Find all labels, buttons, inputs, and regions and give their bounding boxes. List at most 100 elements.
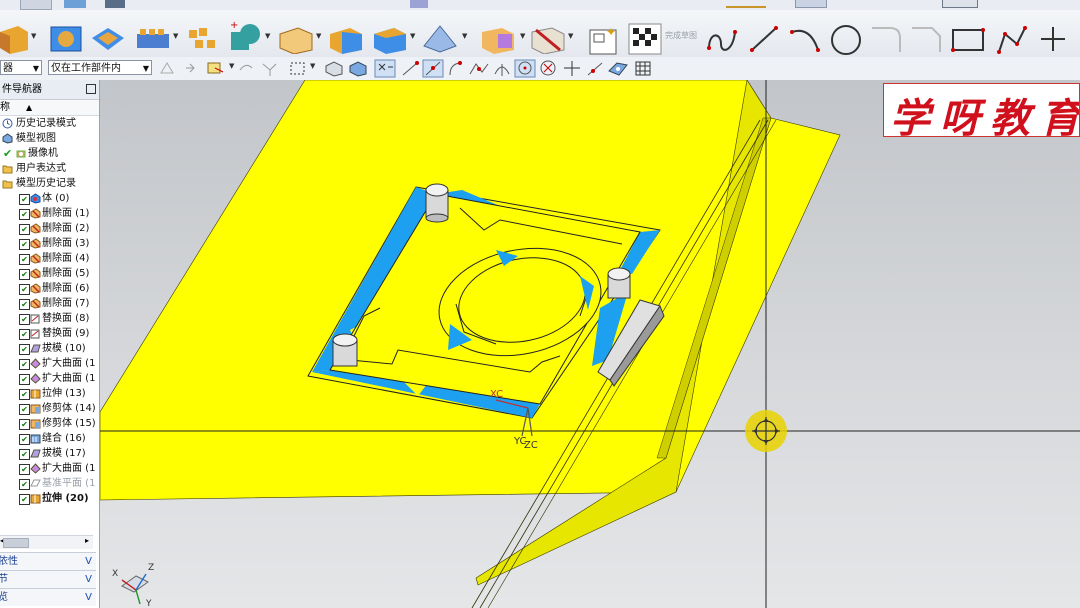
feature-node[interactable]: ✔ 替换面 (9) — [0, 326, 99, 341]
feature-node[interactable]: ✔ 缝合 (16) — [0, 431, 99, 446]
visibility-checkbox[interactable]: ✔ — [19, 314, 30, 325]
visibility-checkbox[interactable]: ✔ — [19, 344, 30, 355]
finish-sketch-icon[interactable] — [627, 22, 663, 56]
scroll-thumb[interactable] — [3, 538, 29, 548]
toolbar-icon-c[interactable] — [105, 0, 125, 8]
shape-icon[interactable] — [422, 24, 458, 54]
cylinder-icon[interactable] — [48, 24, 84, 54]
feature-node[interactable]: ✔ 扩大曲面 (1 — [0, 461, 99, 476]
end-point-icon[interactable] — [400, 60, 420, 77]
profile-icon[interactable] — [705, 24, 741, 54]
visibility-checkbox[interactable]: ✔ — [19, 284, 30, 295]
delete-body-icon[interactable] — [530, 24, 566, 54]
toolbar-icon-g[interactable] — [942, 0, 978, 8]
navigator-horizontal-scrollbar[interactable]: ◂ ▸ — [0, 535, 93, 549]
selection-scope-select[interactable]: 仅在工作部件内 ▼ — [48, 60, 152, 75]
feature-node[interactable]: ✔ 修剪体 (14) — [0, 401, 99, 416]
visibility-checkbox[interactable]: ✔ — [19, 254, 30, 265]
fillet-icon[interactable] — [870, 24, 904, 54]
toolbar-icon-e[interactable] — [726, 0, 766, 8]
general-select-icon[interactable] — [158, 60, 176, 77]
boss-bottom-left[interactable] — [332, 333, 358, 367]
feature-node[interactable]: ✔ 扩大曲面 (1 — [0, 356, 99, 371]
toolbar-icon-f[interactable] — [795, 0, 827, 8]
rectangle-icon[interactable] — [950, 26, 986, 54]
offset-face-icon[interactable] — [328, 24, 364, 54]
details-panel-header[interactable]: 细节 V — [0, 570, 96, 588]
boss-top-left[interactable] — [425, 183, 449, 223]
navigator-node[interactable]: ✔ 摄像机 — [0, 146, 99, 161]
mid-point-icon[interactable] — [422, 59, 444, 78]
feature-node[interactable]: ✔ 删除面 (3) — [0, 236, 99, 251]
feature-node[interactable]: ✔ 删除面 (4) — [0, 251, 99, 266]
snap-point-icon[interactable] — [374, 59, 396, 78]
navigator-node[interactable]: 模型历史记录 — [0, 176, 99, 191]
body-select-icon[interactable] — [260, 60, 280, 77]
sketch-icon[interactable]: ✦ — [588, 24, 622, 56]
feature-node[interactable]: ✔ 修剪体 (15) — [0, 416, 99, 431]
maximize-icon[interactable] — [86, 84, 96, 94]
feature-node[interactable]: ✔ 删除面 (7) — [0, 296, 99, 311]
sheet-body-icon[interactable] — [348, 60, 368, 77]
chamfer-icon[interactable] — [910, 24, 944, 54]
preview-panel-header[interactable]: 预览 V — [0, 588, 96, 606]
graphics-window[interactable]: XC YC ZC X Y Z — [100, 80, 1080, 608]
feature-node[interactable]: ✔ 基准平面 (1 — [0, 476, 99, 491]
feature-node[interactable]: ✔ 拔模 (10) — [0, 341, 99, 356]
draft-tool-icon[interactable] — [372, 24, 408, 54]
visibility-checkbox[interactable]: ✔ — [19, 224, 30, 235]
toolbar-icon-b[interactable] — [64, 0, 86, 8]
feature-node[interactable]: ✔ 拉伸 (13) — [0, 386, 99, 401]
line-icon[interactable] — [748, 24, 782, 54]
curve-rule-icon[interactable] — [184, 60, 202, 77]
toolbar-icon-a[interactable] — [20, 0, 52, 10]
array-icon[interactable] — [185, 24, 221, 54]
model-canvas[interactable]: XC YC ZC X Y Z — [100, 80, 1080, 608]
feature-node[interactable]: ✔ 体 (0) — [0, 191, 99, 206]
center-icon[interactable] — [514, 59, 536, 78]
navigator-node[interactable]: 用户表达式 — [0, 161, 99, 176]
trim-body-icon[interactable] — [480, 24, 516, 54]
shell-icon[interactable] — [90, 24, 126, 54]
navigator-node[interactable]: 模型视图 — [0, 131, 99, 146]
visibility-checkbox[interactable]: ✔ — [19, 239, 30, 250]
visibility-checkbox[interactable]: ✔ — [19, 389, 30, 400]
visibility-checkbox[interactable]: ✔ — [19, 194, 30, 205]
box-select-icon[interactable] — [288, 60, 308, 77]
arc-center-icon[interactable] — [492, 60, 512, 77]
feature-node[interactable]: ✔ 拔模 (17) — [0, 446, 99, 461]
visibility-checkbox[interactable]: ✔ — [19, 374, 30, 385]
control-point-icon[interactable] — [446, 60, 464, 77]
grid-icon[interactable] — [634, 60, 652, 77]
visibility-checkbox[interactable]: ✔ — [19, 359, 30, 370]
point-on-curve-icon[interactable] — [585, 60, 605, 77]
feature-node[interactable]: ✔ 删除面 (5) — [0, 266, 99, 281]
visibility-checkbox[interactable]: ✔ — [19, 464, 30, 475]
circle-icon[interactable] — [830, 24, 864, 56]
existing-point-icon[interactable] — [562, 59, 582, 78]
pattern-icon[interactable] — [135, 24, 171, 54]
name-column-header[interactable]: 称 ▲ — [0, 100, 99, 116]
lasso-icon[interactable] — [238, 60, 256, 77]
box-icon[interactable] — [278, 24, 314, 54]
navigator-node[interactable]: 历史记录模式 — [0, 116, 99, 131]
arc-icon[interactable] — [788, 24, 824, 54]
feature-node[interactable]: ✔ 删除面 (6) — [0, 281, 99, 296]
visibility-checkbox[interactable]: ✔ — [19, 269, 30, 280]
point-icon[interactable] — [1038, 24, 1068, 54]
visibility-checkbox[interactable]: ✔ — [19, 299, 30, 310]
visibility-checkbox[interactable]: ✔ — [19, 404, 30, 415]
unite-icon[interactable]: + — [228, 18, 264, 54]
visibility-checkbox[interactable]: ✔ — [19, 329, 30, 340]
feature-node[interactable]: ✔ 删除面 (1) — [0, 206, 99, 221]
visibility-checkbox[interactable]: ✔ — [19, 449, 30, 460]
quadrant-icon[interactable] — [538, 59, 558, 78]
finish-sketch-label[interactable]: 完成草图 — [665, 30, 697, 41]
boss-right[interactable] — [607, 267, 631, 299]
block-icon[interactable] — [0, 24, 28, 54]
point-on-face-icon[interactable] — [607, 59, 629, 78]
select-intent-icon[interactable] — [205, 60, 227, 77]
intersection-point-icon[interactable] — [468, 60, 490, 77]
visibility-checkbox[interactable]: ✔ — [19, 209, 30, 220]
dependencies-panel-header[interactable]: 相依性 V — [0, 552, 96, 570]
